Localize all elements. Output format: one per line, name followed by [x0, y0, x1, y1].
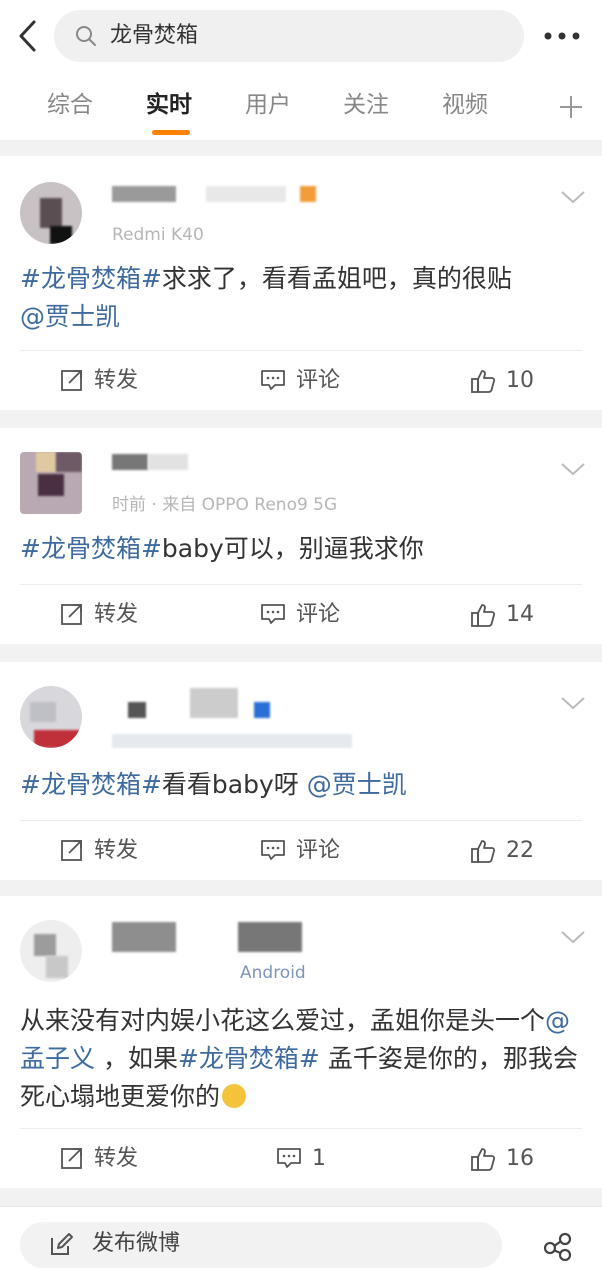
thumbs-up-icon	[471, 604, 496, 627]
post-actions: 转发 评论 22	[20, 820, 582, 881]
more-options-icon[interactable]	[542, 24, 582, 48]
chevron-down-icon[interactable]	[560, 928, 586, 946]
tab-comprehensive[interactable]: 综合	[47, 90, 93, 120]
top-bar: 龙骨焚箱	[0, 0, 602, 72]
repost-icon	[61, 604, 82, 625]
post-content: #龙骨焚箱#看看baby呀 @贾士凯	[20, 770, 407, 799]
tab-users[interactable]: 用户	[245, 90, 291, 120]
search-query: 龙骨焚箱	[110, 23, 199, 48]
tab-following[interactable]: 关注	[343, 90, 389, 120]
tab-video[interactable]: 视频	[442, 90, 488, 120]
username-redacted[interactable]	[112, 922, 176, 952]
mention-link[interactable]: @贾士凯	[307, 770, 407, 799]
thumbs-up-icon	[471, 1148, 496, 1171]
username-redacted[interactable]	[128, 702, 146, 718]
post-card[interactable]: 时前 · 来自 OPPO Reno9 5G #龙骨焚箱#baby可以，别逼我求你…	[0, 428, 602, 644]
search-input[interactable]: 龙骨焚箱	[54, 10, 524, 62]
like-count: 14	[506, 602, 534, 627]
avatar[interactable]	[20, 920, 82, 982]
topic-link[interactable]: #龙骨焚箱#	[178, 1044, 320, 1073]
bottom-bar: 发布微博	[0, 1206, 602, 1281]
post-content: 从来没有对内娱小花这么爱过，孟姐你是头一个@孟子义 ，如果#龙骨焚箱# 孟千姿是…	[20, 1006, 578, 1111]
share-icon[interactable]	[542, 1231, 574, 1261]
comment-icon	[277, 1148, 301, 1168]
repost-icon	[61, 1148, 82, 1169]
compose-label: 发布微博	[92, 1231, 181, 1256]
post-source: 时前 · 来自 OPPO Reno9 5G	[112, 495, 338, 515]
search-icon	[76, 26, 96, 46]
compose-post-button[interactable]: 发布微博	[20, 1222, 502, 1268]
post-actions: 转发 评论 10	[20, 350, 582, 411]
chevron-down-icon[interactable]	[560, 694, 586, 712]
back-arrow-icon[interactable]	[14, 18, 44, 54]
thumbs-up-icon	[471, 840, 496, 863]
like-count: 10	[506, 368, 534, 393]
post-card[interactable]: Redmi K40 #龙骨焚箱#求求了，看看孟姐吧，真的很贴 @贾士凯 转发 评论…	[0, 156, 602, 410]
username-redacted[interactable]	[112, 454, 148, 470]
comment-icon	[261, 370, 285, 390]
avatar[interactable]	[20, 452, 82, 514]
topic-link[interactable]: #龙骨焚箱#	[20, 770, 162, 799]
active-tab-indicator	[152, 130, 190, 135]
post-actions: 转发 评论 14	[20, 584, 582, 645]
thumbs-up-icon	[471, 370, 496, 393]
edit-icon	[51, 1233, 73, 1255]
post-source: Redmi K40	[112, 225, 204, 245]
post-content: #龙骨焚箱#求求了，看看孟姐吧，真的很贴 @贾士凯	[20, 264, 512, 331]
like-count: 16	[506, 1146, 534, 1171]
add-tab-icon[interactable]	[558, 94, 584, 120]
avatar[interactable]	[20, 686, 82, 748]
tab-realtime[interactable]: 实时	[146, 90, 192, 120]
post-card[interactable]: #龙骨焚箱#看看baby呀 @贾士凯 转发 评论 22	[0, 662, 602, 880]
repost-icon	[61, 370, 82, 391]
post-content: #龙骨焚箱#baby可以，别逼我求你	[20, 534, 424, 563]
mention-link[interactable]: @贾士凯	[20, 302, 120, 331]
repost-icon	[61, 840, 82, 861]
comment-count: 1	[312, 1146, 326, 1171]
topic-link[interactable]: #龙骨焚箱#	[20, 264, 162, 293]
avatar[interactable]	[20, 182, 82, 244]
post-actions: 转发 1 16	[20, 1128, 582, 1189]
emoji-icon	[222, 1084, 247, 1108]
chevron-down-icon[interactable]	[560, 188, 586, 206]
username-redacted[interactable]	[112, 186, 176, 202]
comment-icon	[261, 840, 285, 860]
topic-link[interactable]: #龙骨焚箱#	[20, 534, 162, 563]
comment-icon	[261, 604, 285, 624]
like-count: 22	[506, 838, 534, 863]
chevron-down-icon[interactable]	[560, 460, 586, 478]
post-source: Android	[240, 963, 306, 983]
post-card[interactable]: Android 从来没有对内娱小花这么爱过，孟姐你是头一个@孟子义 ，如果#龙骨…	[0, 896, 602, 1188]
tab-bar: 综合 实时 用户 关注 视频	[0, 72, 602, 141]
